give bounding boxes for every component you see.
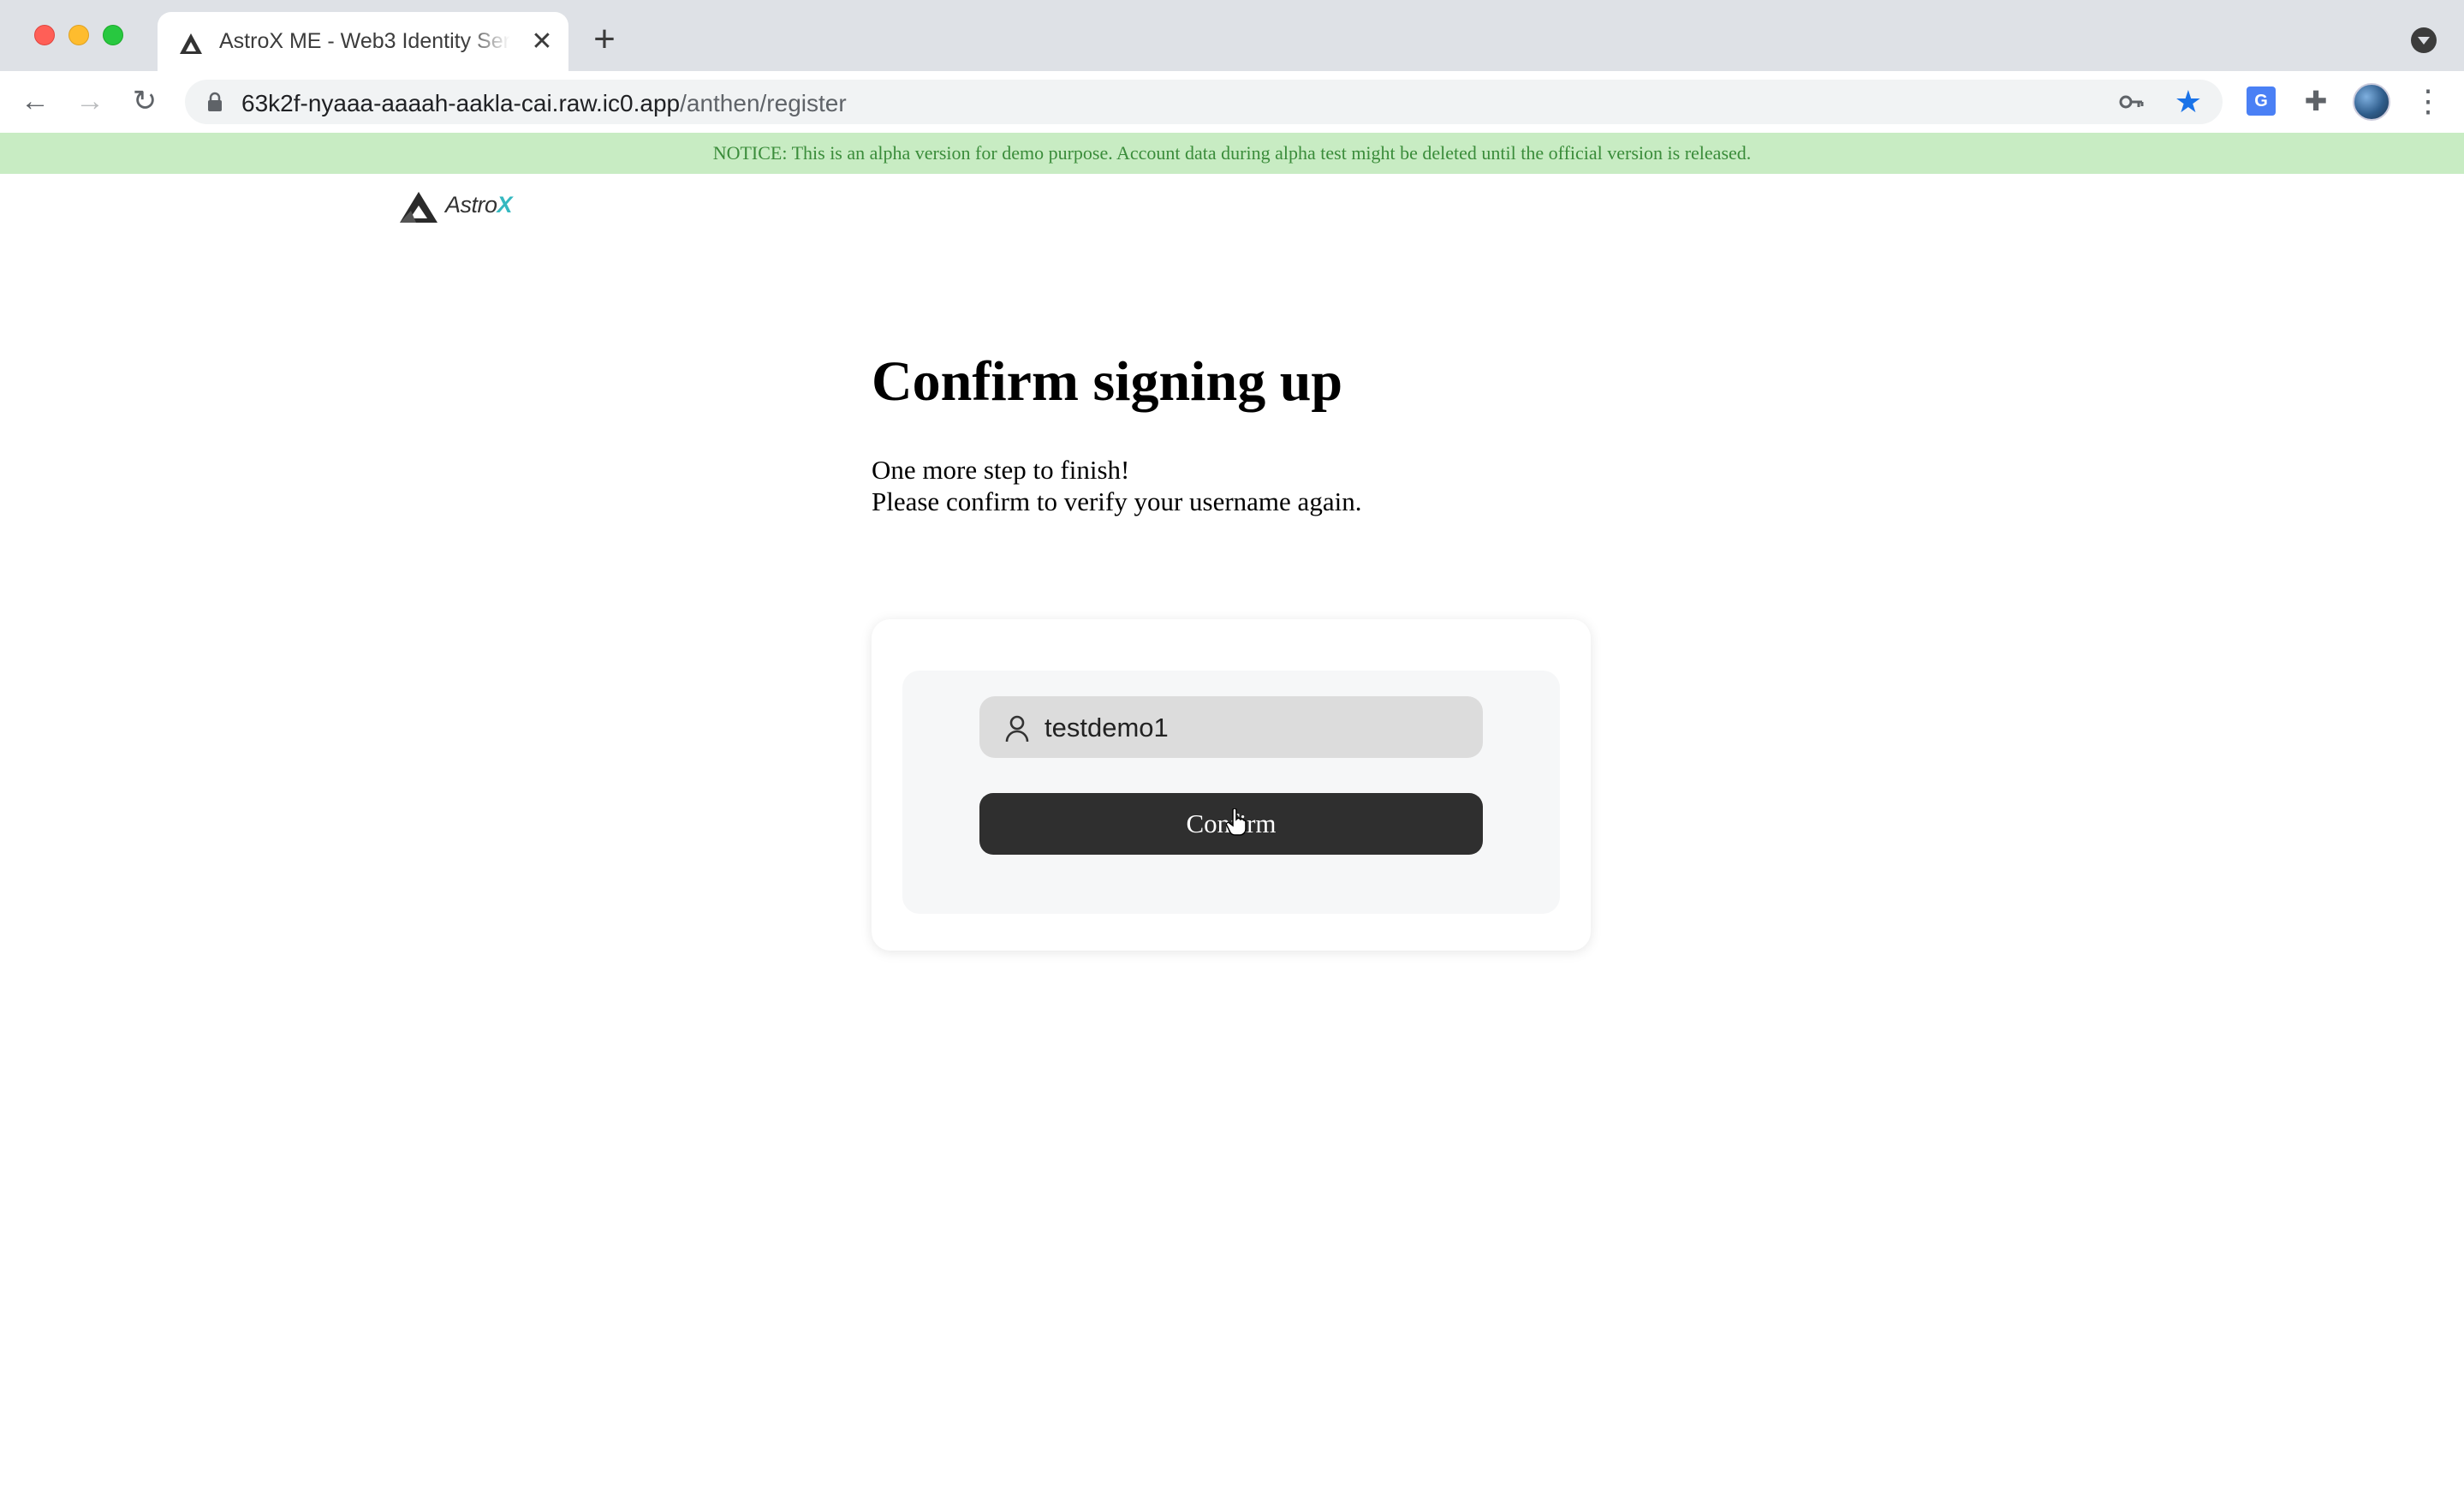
username-field[interactable]: testdemo1 <box>979 696 1483 758</box>
extensions-puzzle-icon[interactable]: ✚ <box>2301 86 2330 116</box>
page-title: Confirm signing up <box>872 350 1343 413</box>
tab-close-icon[interactable]: ✕ <box>527 27 556 57</box>
hand-cursor-icon <box>1226 808 1247 836</box>
browser-tab-bar: AstroX ME - Web3 Identity Service ✕ + <box>0 0 2464 71</box>
back-button[interactable]: ← <box>15 81 55 121</box>
browser-menu-icon[interactable]: ⋮ <box>2413 81 2443 121</box>
logo-text: Astro <box>445 192 497 218</box>
user-icon <box>1005 715 1029 743</box>
astrox-favicon-icon <box>180 33 202 54</box>
browser-tab-active[interactable]: AstroX ME - Web3 Identity Service ✕ <box>158 12 568 71</box>
astrox-logo[interactable]: AstroX <box>399 190 536 224</box>
page-subtitle: One more step to finish! Please confirm … <box>872 454 1361 517</box>
bookmark-star-icon[interactable]: ★ <box>2175 85 2202 119</box>
forward-button[interactable]: → <box>70 81 110 121</box>
reload-button[interactable]: ↻ <box>125 81 164 121</box>
logo-wordmark: AstroX <box>445 192 513 218</box>
key-icon[interactable] <box>2118 90 2144 114</box>
confirm-card: testdemo1 Confirm <box>872 619 1591 951</box>
address-bar[interactable]: 63k2f-nyaaa-aaaah-aakla-cai.raw.ic0.app/… <box>185 80 2223 124</box>
window-maximize-button[interactable] <box>103 25 123 45</box>
translate-extension-icon[interactable]: G <box>2247 86 2276 116</box>
subtitle-line-1: One more step to finish! <box>872 455 1130 485</box>
tab-title: AstroX ME - Web3 Identity Service <box>219 29 510 53</box>
window-minimize-button[interactable] <box>68 25 89 45</box>
subtitle-line-2: Please confirm to verify your username a… <box>872 486 1362 516</box>
lock-icon[interactable] <box>207 92 223 112</box>
confirm-form: testdemo1 Confirm <box>902 671 1560 914</box>
url-text[interactable]: 63k2f-nyaaa-aaaah-aakla-cai.raw.ic0.app/… <box>241 90 847 117</box>
astrox-logo-mark-icon <box>400 192 437 223</box>
alpha-notice-banner: NOTICE: This is an alpha version for dem… <box>0 133 2464 174</box>
username-value: testdemo1 <box>1045 713 1169 743</box>
profile-avatar[interactable] <box>2353 83 2390 121</box>
tab-search-icon[interactable] <box>2411 27 2437 53</box>
url-path: /anthen/register <box>680 90 847 116</box>
browser-toolbar: ← → ↻ 63k2f-nyaaa-aaaah-aakla-cai.raw.ic… <box>0 71 2464 131</box>
logo-accent: X <box>497 192 513 218</box>
new-tab-button[interactable]: + <box>587 21 622 58</box>
window-close-button[interactable] <box>34 25 55 45</box>
url-host: 63k2f-nyaaa-aaaah-aakla-cai.raw.ic0.app <box>241 90 681 116</box>
